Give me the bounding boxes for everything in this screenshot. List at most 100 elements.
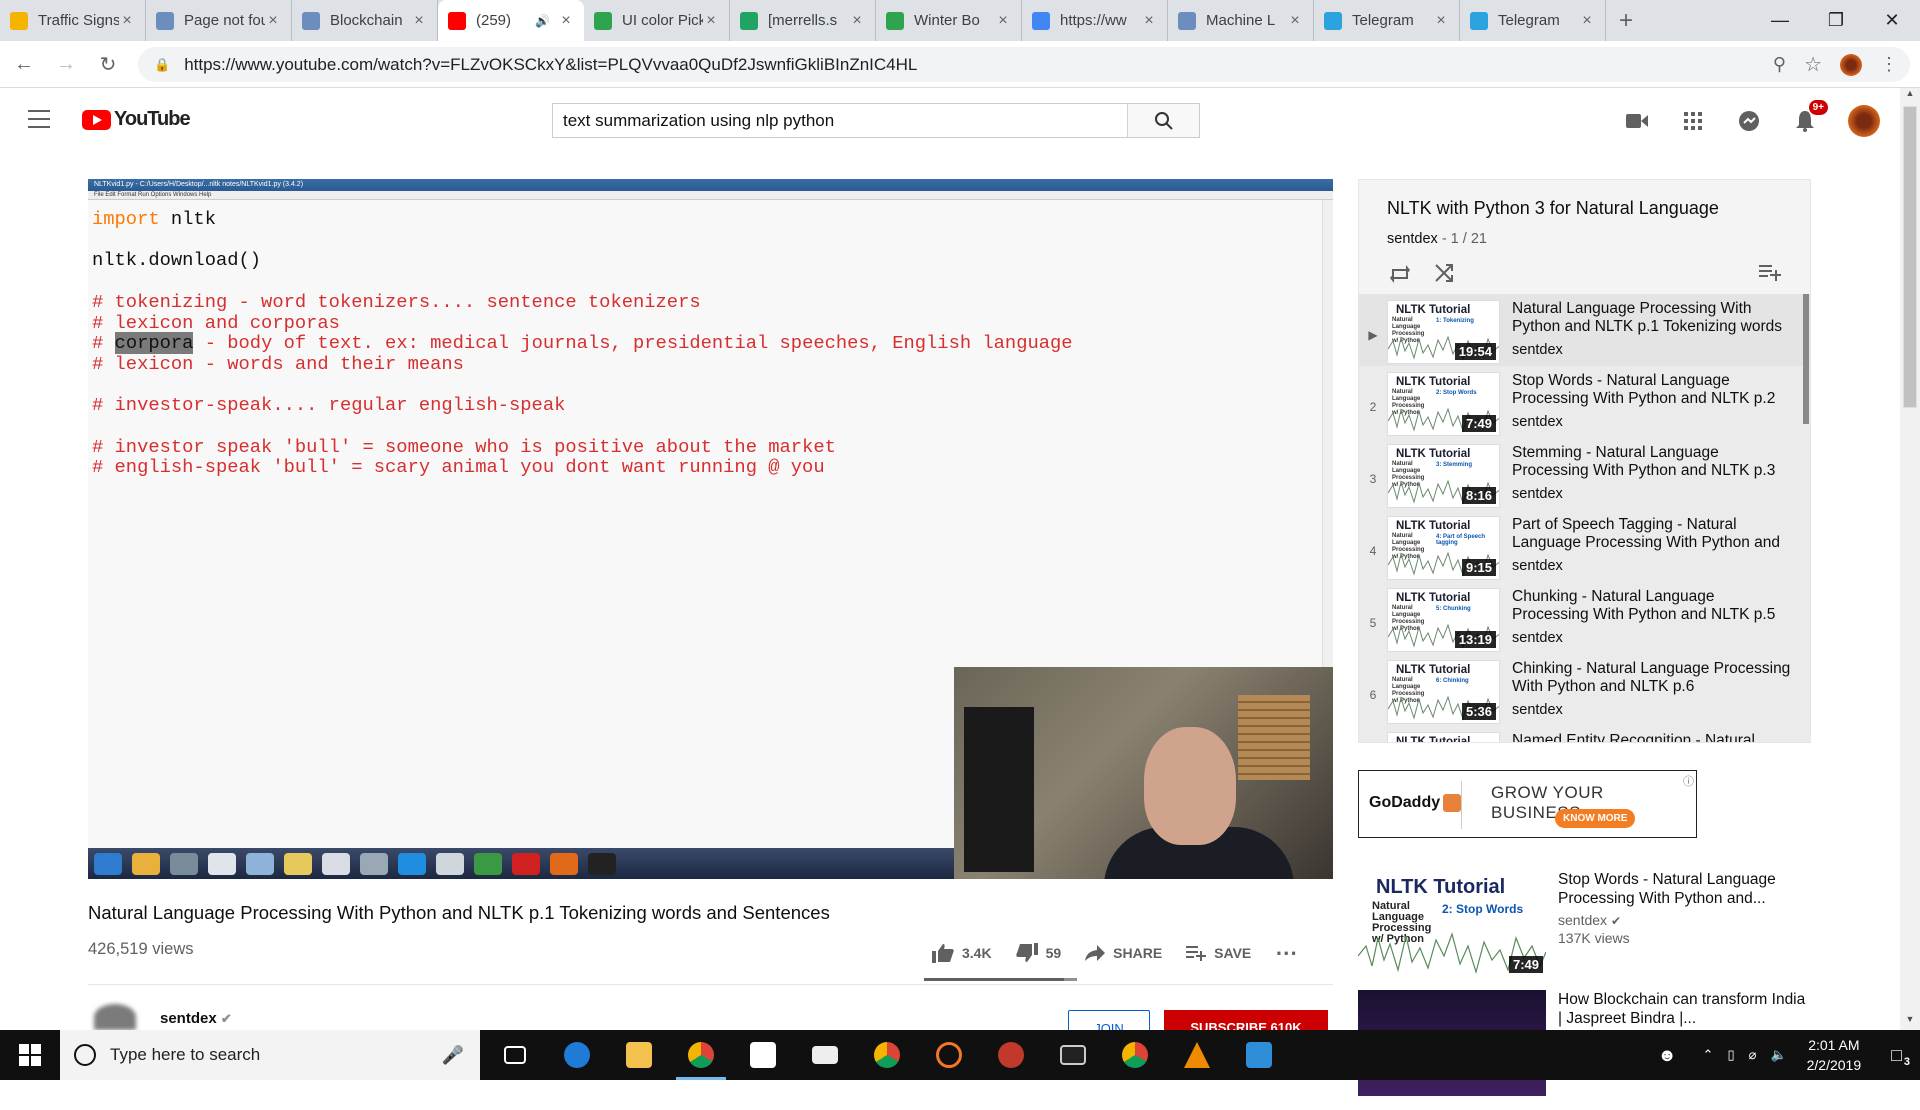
people-icon[interactable]: ☻ — [1658, 1045, 1677, 1066]
notifications-bell-icon[interactable]: 9+ — [1792, 100, 1828, 134]
profile-avatar-icon[interactable] — [1840, 53, 1862, 76]
reload-icon[interactable]: ↻ — [90, 46, 126, 82]
playlist-item-title[interactable]: Chunking - Natural Language Processing W… — [1512, 588, 1792, 624]
browser-tab[interactable]: Winter Bo × — [876, 0, 1022, 41]
playlist-scrollbar[interactable] — [1802, 294, 1810, 742]
channel-name[interactable]: sentdex ✔ — [160, 1010, 232, 1027]
taskbar-clock[interactable]: 2:01 AM 2/2/2019 — [1807, 1035, 1862, 1075]
microphone-icon[interactable]: 🎤 — [442, 1045, 464, 1066]
ad-info-icon[interactable]: ⓘ — [1683, 773, 1694, 789]
youtube-logo[interactable]: YouTube — [82, 108, 191, 131]
scroll-up-arrow-icon[interactable]: ▲ — [1900, 88, 1920, 104]
url-text[interactable]: https://www.youtube.com/watch?v=FLZvOKSC… — [184, 55, 917, 75]
playlist-item[interactable]: 6 NLTK Tutorial Natural Language Processin… — [1359, 654, 1810, 726]
save-button[interactable]: SAVE — [1186, 945, 1251, 961]
chrome-icon[interactable] — [670, 1030, 732, 1080]
audio-icon[interactable]: 🔊 — [535, 14, 550, 28]
wifi-icon[interactable]: ⌀ — [1749, 1047, 1757, 1063]
zoom-icon[interactable]: ⚲ — [1773, 54, 1786, 75]
vlc-icon[interactable] — [1166, 1030, 1228, 1080]
file-explorer-icon[interactable] — [608, 1030, 670, 1080]
scroll-down-arrow-icon[interactable]: ▼ — [1900, 1014, 1920, 1030]
browser-tab[interactable]: [merrells.s × — [730, 0, 876, 41]
related-video[interactable]: NLTK Tutorial Natural Language Processin… — [1358, 870, 1811, 976]
close-tab-icon[interactable]: × — [995, 12, 1011, 30]
playlist-thumbnail[interactable]: NLTK TutorialNatural Language Processing… — [1387, 588, 1500, 652]
chrome-menu-icon[interactable]: ⋮ — [1880, 54, 1898, 75]
page-scrollbar[interactable]: ▲ ▼ — [1900, 88, 1920, 1030]
shuffle-icon[interactable] — [1431, 260, 1457, 286]
playlist-save-icon[interactable] — [1757, 260, 1783, 286]
playlist-thumbnail[interactable]: NLTK TutorialNatural Language Processing… — [1387, 300, 1500, 364]
action-center-icon[interactable]: □ 3 — [1891, 1045, 1910, 1068]
related-video-channel[interactable]: sentdex ✔ — [1558, 912, 1811, 928]
more-actions-icon[interactable]: ⋯ — [1275, 940, 1298, 966]
video-player[interactable]: NLTKvid1.py - C:/Users/H/Desktop/...nltk… — [88, 179, 1333, 879]
terminal-icon[interactable] — [1042, 1030, 1104, 1080]
playlist-owner-name[interactable]: sentdex — [1387, 231, 1438, 247]
scrollbar-thumb[interactable] — [1903, 106, 1917, 408]
back-icon[interactable]: ← — [6, 46, 42, 82]
playlist-item[interactable]: 7NLTK TutorialNatural Language Processin… — [1359, 726, 1810, 742]
related-video-title[interactable]: Stop Words - Natural Language Processing… — [1558, 870, 1811, 908]
close-tab-icon[interactable]: × — [1579, 12, 1595, 30]
search-button[interactable] — [1127, 104, 1199, 137]
playlist-thumbnail[interactable]: NLTK TutorialNatural Language Processing… — [1387, 732, 1500, 742]
task-view-icon[interactable] — [484, 1030, 546, 1080]
playlist-item-title[interactable]: Stemming - Natural Language Processing W… — [1512, 444, 1792, 480]
tray-chevron-icon[interactable]: ⌃ — [1703, 1047, 1714, 1063]
playlist-item-title[interactable]: Named Entity Recognition - Natural — [1512, 732, 1792, 742]
related-video-channel-text[interactable]: sentdex — [1558, 912, 1607, 928]
browser-tab[interactable]: Telegram × — [1314, 0, 1460, 41]
related-video-thumbnail[interactable]: NLTK Tutorial Natural Language Processin… — [1358, 870, 1546, 976]
close-tab-icon[interactable]: × — [1287, 12, 1303, 30]
loop-icon[interactable] — [1387, 260, 1413, 286]
ad-banner[interactable]: GoDaddy GROW YOUR BUSINESS KNOW MORE ⓘ — [1358, 770, 1697, 838]
channel-name-text[interactable]: sentdex — [160, 1010, 217, 1027]
playlist-thumbnail[interactable]: NLTK TutorialNatural Language Processing… — [1387, 516, 1500, 580]
messages-icon[interactable] — [1736, 108, 1762, 134]
related-video-title[interactable]: How Blockchain can transform India | Jas… — [1558, 990, 1811, 1028]
subscribe-button[interactable]: SUBSCRIBE 610K — [1164, 1010, 1328, 1035]
browser-tab[interactable]: Telegram × — [1460, 0, 1606, 41]
search-input[interactable] — [553, 104, 1127, 137]
address-bar[interactable]: 🔒 https://www.youtube.com/watch?v=FLZvOK… — [138, 47, 1910, 82]
chrome-alt-icon[interactable] — [1104, 1030, 1166, 1080]
mail-icon[interactable] — [794, 1030, 856, 1080]
jupyter-icon[interactable] — [918, 1030, 980, 1080]
close-tab-icon[interactable]: × — [703, 12, 719, 30]
new-tab-button[interactable]: + — [1606, 0, 1646, 41]
playlist-item-title[interactable]: Part of Speech Tagging - Natural Languag… — [1512, 516, 1792, 552]
playlist-item-title[interactable]: Stop Words - Natural Language Processing… — [1512, 372, 1792, 408]
taskbar-search[interactable]: Type here to search 🎤 — [60, 1030, 480, 1080]
browser-tab[interactable]: Page not found× — [146, 0, 292, 41]
playlist-item-title[interactable]: Chinking - Natural Language Processing W… — [1512, 660, 1792, 696]
windows-start-icon[interactable] — [0, 1030, 60, 1080]
playlist-item[interactable]: ▶ NLTK Tutorial Natural Language Processin… — [1359, 294, 1810, 366]
playlist-thumbnail[interactable]: NLTK TutorialNatural Language Processing… — [1387, 372, 1500, 436]
close-tab-icon[interactable]: × — [119, 12, 135, 30]
forward-icon[interactable]: → — [48, 46, 84, 82]
create-video-icon[interactable] — [1624, 108, 1650, 134]
edge-icon[interactable] — [546, 1030, 608, 1080]
close-window-button[interactable]: ✕ — [1864, 0, 1920, 41]
playlist-item[interactable]: 4 NLTK Tutorial Natural Language Processin… — [1359, 510, 1810, 582]
playlist-thumbnail[interactable]: NLTK TutorialNatural Language Processing… — [1387, 444, 1500, 508]
browser-tab[interactable]: Traffic Signs × — [0, 0, 146, 41]
maximize-button[interactable]: ❐ — [1808, 0, 1864, 41]
playlist-thumbnail[interactable]: NLTK TutorialNatural Language Processing… — [1387, 660, 1500, 724]
playlist-title[interactable]: NLTK with Python 3 for Natural Language — [1387, 198, 1719, 219]
dislike-button[interactable]: 59 — [1015, 943, 1061, 963]
close-tab-icon[interactable]: × — [1433, 12, 1449, 30]
account-avatar[interactable] — [1848, 105, 1880, 137]
browser-tab[interactable]: Machine L × — [1168, 0, 1314, 41]
browser-tab[interactable]: https://ww × — [1022, 0, 1168, 41]
bookmark-star-icon[interactable]: ☆ — [1804, 52, 1822, 77]
close-tab-icon[interactable]: × — [558, 12, 574, 30]
close-tab-icon[interactable]: × — [265, 12, 281, 30]
store-icon[interactable] — [732, 1030, 794, 1080]
minimize-button[interactable]: — — [1752, 0, 1808, 41]
share-button[interactable]: SHARE — [1085, 945, 1162, 961]
playlist-item[interactable]: 5 NLTK Tutorial Natural Language Processin… — [1359, 582, 1810, 654]
like-button[interactable]: 3.4K — [932, 943, 992, 963]
